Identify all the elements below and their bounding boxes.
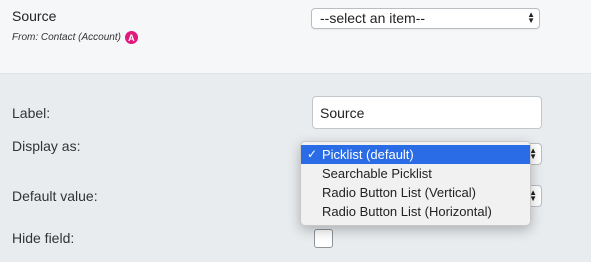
hide-field-label: Hide field: bbox=[12, 230, 75, 246]
dropdown-option-radio-horizontal[interactable]: Radio Button List (Horizontal) bbox=[301, 202, 530, 221]
section-divider bbox=[0, 73, 591, 74]
account-badge-icon: A bbox=[124, 31, 138, 44]
default-value-label: Default value: bbox=[12, 188, 98, 204]
dropdown-option-searchable-picklist[interactable]: Searchable Picklist bbox=[301, 164, 530, 183]
option-label: Picklist (default) bbox=[322, 147, 414, 162]
dropdown-option-picklist[interactable]: ✓ Picklist (default) bbox=[301, 145, 530, 164]
from-text: From: Contact (Account) bbox=[12, 32, 121, 43]
dropdown-option-radio-vertical[interactable]: Radio Button List (Vertical) bbox=[301, 183, 530, 202]
source-select-value: --select an item-- bbox=[320, 10, 426, 26]
label-input[interactable]: Source bbox=[312, 96, 542, 129]
hide-field-checkbox[interactable] bbox=[314, 229, 333, 248]
option-label: Radio Button List (Vertical) bbox=[322, 185, 476, 200]
option-label: Searchable Picklist bbox=[322, 166, 432, 181]
select-arrows-icon: ▲ ▼ bbox=[527, 10, 535, 25]
display-as-label: Display as: bbox=[12, 138, 81, 154]
label-label: Label: bbox=[12, 105, 51, 121]
from-line: From: Contact (Account) A bbox=[12, 31, 138, 44]
display-as-dropdown-menu: ✓ Picklist (default) Searchable Picklist… bbox=[300, 141, 531, 226]
option-label: Radio Button List (Horizontal) bbox=[322, 204, 492, 219]
source-select[interactable]: --select an item-- ▲ ▼ bbox=[311, 8, 540, 29]
checkmark-icon: ✓ bbox=[307, 147, 318, 161]
source-title: Source bbox=[12, 8, 57, 24]
